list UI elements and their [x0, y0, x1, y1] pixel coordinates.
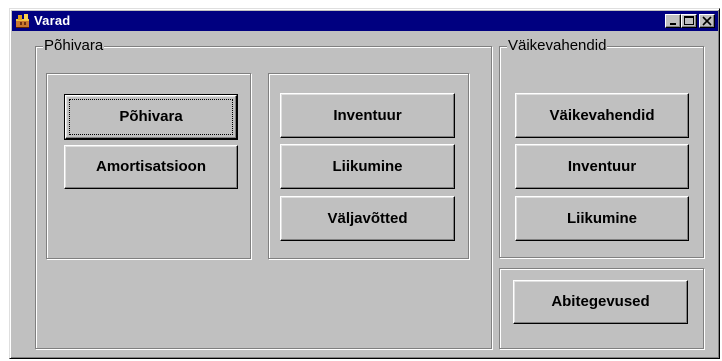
close-icon [702, 16, 712, 26]
maximize-icon [684, 16, 694, 25]
close-button[interactable] [699, 14, 715, 28]
window-title: Varad [34, 13, 71, 28]
pohivara-group-label: Põhivara [43, 37, 105, 54]
vaikevahendid-inventuur-button[interactable]: Inventuur [515, 144, 689, 189]
maximize-button[interactable] [681, 14, 697, 28]
vaikevahendid-button[interactable]: Väikevahendid [515, 93, 689, 138]
title-bar[interactable]: Varad [12, 11, 718, 31]
valjavotted-button[interactable]: Väljavõtted [280, 196, 455, 241]
vaikevahendid-group-label: Väikevahendid [507, 37, 608, 54]
amortisatsioon-button[interactable]: Amortisatsioon [64, 145, 238, 189]
minimize-button[interactable] [665, 14, 681, 28]
pohivara-inventuur-button[interactable]: Inventuur [280, 93, 455, 138]
pohivara-button[interactable]: Põhivara [64, 94, 238, 140]
varad-window: Varad Põhivara Põhivara Amortisatsioon I… [9, 8, 720, 359]
abitegevused-button[interactable]: Abitegevused [513, 280, 688, 324]
vaikevahendid-liikumine-button[interactable]: Liikumine [515, 196, 689, 241]
app-icon [16, 14, 29, 28]
pohivara-liikumine-button[interactable]: Liikumine [280, 144, 455, 189]
minimize-icon [670, 23, 676, 25]
